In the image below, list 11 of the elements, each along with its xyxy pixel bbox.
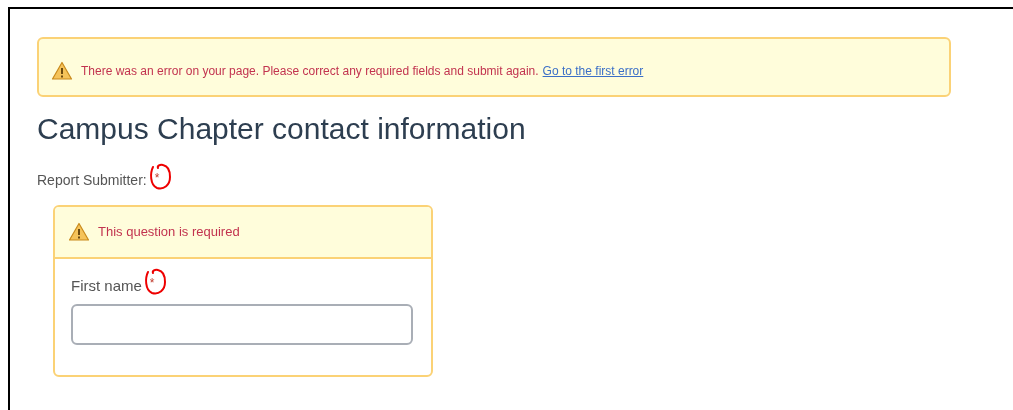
warning-icon — [68, 222, 90, 242]
required-asterisk: * — [154, 171, 160, 185]
warning-icon — [51, 61, 73, 81]
question-error: This question is required — [98, 223, 240, 242]
first-name-field[interactable] — [71, 303, 413, 345]
first-error-link[interactable]: Go to the first error — [542, 62, 644, 80]
field-label: First name — [71, 276, 142, 296]
page-heading: Campus Chapter contact information — [37, 111, 527, 147]
question-label: Report Submitter: — [37, 171, 147, 190]
error-message: There was an error on your page. Please correct any required fields and submit again. — [81, 63, 539, 80]
required-asterisk: * — [149, 276, 155, 290]
